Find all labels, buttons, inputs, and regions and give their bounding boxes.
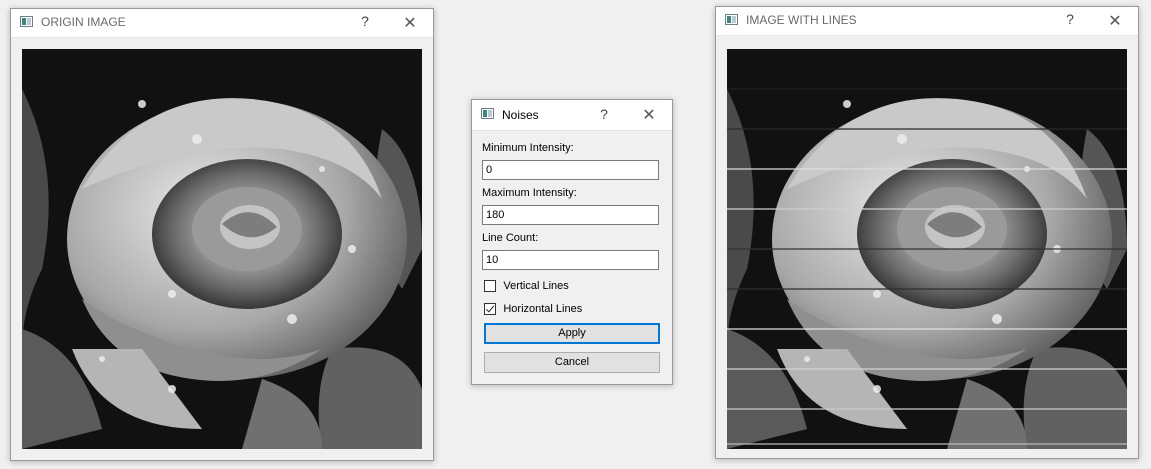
noises-dialog: Noises ? ✕ Minimum Intensity: Maximum In… <box>471 99 673 385</box>
lines-titlebar[interactable]: IMAGE WITH LINES ? ✕ <box>716 7 1138 36</box>
origin-window-title: ORIGIN IMAGE <box>41 15 126 29</box>
help-icon[interactable]: ? <box>357 13 373 29</box>
window-app-icon <box>481 108 494 119</box>
rose-image-art <box>22 49 422 449</box>
apply-button[interactable]: Apply <box>484 323 660 344</box>
lines-window-title: IMAGE WITH LINES <box>746 13 857 27</box>
line-count-input[interactable] <box>482 250 659 270</box>
noises-titlebar[interactable]: Noises ? ✕ <box>472 100 672 131</box>
min-intensity-label: Minimum Intensity: <box>482 142 574 154</box>
origin-titlebar[interactable]: ORIGIN IMAGE ? ✕ <box>11 9 433 38</box>
origin-rose-image <box>22 49 422 449</box>
help-icon[interactable]: ? <box>1062 11 1078 27</box>
origin-image-window: ORIGIN IMAGE ? ✕ <box>10 8 434 461</box>
checkbox-box[interactable] <box>484 279 496 292</box>
checkbox-box[interactable] <box>484 302 496 315</box>
min-intensity-input[interactable] <box>482 160 659 180</box>
window-app-icon <box>725 14 738 25</box>
window-app-icon <box>20 16 33 27</box>
noises-dialog-title: Noises <box>502 108 539 122</box>
close-icon[interactable]: ✕ <box>641 105 657 125</box>
max-intensity-input[interactable] <box>482 205 659 225</box>
rose-image-art-with-lines <box>727 49 1127 449</box>
vertical-lines-label: Vertical Lines <box>503 279 569 292</box>
lines-rose-image <box>727 49 1127 449</box>
lines-image-window: IMAGE WITH LINES ? ✕ <box>715 6 1139 459</box>
close-icon[interactable]: ✕ <box>402 13 418 33</box>
help-icon[interactable]: ? <box>596 106 612 122</box>
cancel-button[interactable]: Cancel <box>484 352 660 373</box>
horizontal-lines-checkbox[interactable]: Horizontal Lines <box>484 301 582 316</box>
line-count-label: Line Count: <box>482 232 539 244</box>
horizontal-lines-label: Horizontal Lines <box>503 302 583 315</box>
max-intensity-label: Maximum Intensity: <box>482 187 577 199</box>
close-icon[interactable]: ✕ <box>1107 11 1123 31</box>
vertical-lines-checkbox[interactable]: Vertical Lines <box>484 278 569 293</box>
